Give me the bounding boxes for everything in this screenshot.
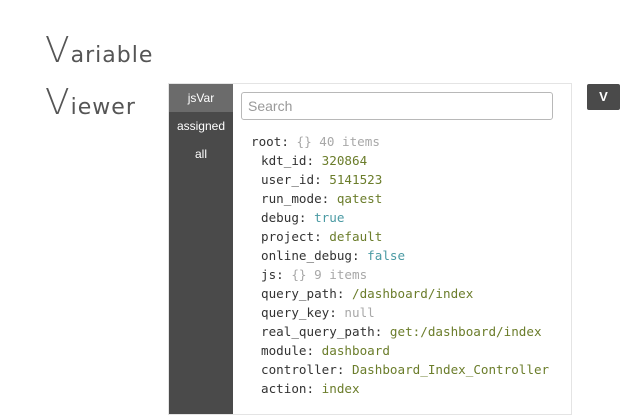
tree-key: action <box>261 381 307 396</box>
tree-value: false <box>367 248 406 263</box>
tree-key: real_query_path <box>261 324 375 339</box>
tree-key: kdt_id <box>261 153 307 168</box>
tree-key: module <box>261 343 307 358</box>
tree-row[interactable]: user_id: 5141523 <box>251 170 571 189</box>
tree-row[interactable]: js: {} 9 items <box>251 265 571 284</box>
variable-viewer-panel: jsVar assigned all root: {} 40 items kdt… <box>168 83 572 415</box>
tree-value: index <box>321 381 360 396</box>
tree-key: controller <box>261 362 337 377</box>
tree-row[interactable]: kdt_id: 320864 <box>251 151 571 170</box>
tree-value: dashboard <box>321 343 390 358</box>
tree-key: root <box>251 134 282 149</box>
search-input[interactable] <box>241 92 553 120</box>
app-title-line-2: Viewer <box>45 82 136 123</box>
tree-key: query_key <box>261 305 330 320</box>
variable-tree: root: {} 40 items kdt_id: 320864 user_id:… <box>251 132 571 398</box>
tree-key: project <box>261 229 315 244</box>
tab-all[interactable]: all <box>169 140 233 168</box>
tree-value: true <box>314 210 345 225</box>
tree-value: null <box>344 305 375 320</box>
tree-row[interactable]: controller: Dashboard_Index_Controller <box>251 360 571 379</box>
tree-row[interactable]: run_mode: qatest <box>251 189 571 208</box>
tree-row[interactable]: project: default <box>251 227 571 246</box>
tree-row[interactable]: online_debug: false <box>251 246 571 265</box>
tree-children: kdt_id: 320864 user_id: 5141523 run_mode: … <box>251 151 571 398</box>
tree-value: 5141523 <box>329 172 383 187</box>
tree-row[interactable]: action: index <box>251 379 571 398</box>
sidebar: jsVar assigned all <box>169 84 233 414</box>
tree-value: 320864 <box>321 153 368 168</box>
tree-row[interactable]: query_path: /dashboard/index <box>251 284 571 303</box>
tree-value: /dashboard/index <box>352 286 474 301</box>
tree-key: run_mode <box>261 191 322 206</box>
tree-row[interactable]: debug: true <box>251 208 571 227</box>
tree-value: qatest <box>336 191 383 206</box>
tree-key: debug <box>261 210 299 225</box>
tab-assigned[interactable]: assigned <box>169 112 233 140</box>
tree-key: online_debug <box>261 248 352 263</box>
tab-jsvar[interactable]: jsVar <box>169 84 233 112</box>
tree-key: query_path <box>261 286 337 301</box>
tree-value: {} 40 items <box>296 134 380 149</box>
app-title-line-1: Variable <box>45 30 154 71</box>
viewer-toggle-button[interactable]: V <box>587 84 620 110</box>
tree-root-row[interactable]: root: {} 40 items <box>251 132 571 151</box>
tree-value: {} 9 items <box>291 267 368 282</box>
tree-value: default <box>329 229 383 244</box>
tree-key: user_id <box>261 172 315 187</box>
tree-row[interactable]: module: dashboard <box>251 341 571 360</box>
app-title: Variable Viewer <box>45 28 153 132</box>
tree-value: get:/dashboard/index <box>389 324 542 339</box>
tree-row[interactable]: real_query_path: get:/dashboard/index <box>251 322 571 341</box>
tree-key: js <box>261 267 277 282</box>
tree-value: Dashboard_Index_Controller <box>352 362 550 377</box>
tree-row[interactable]: query_key: null <box>251 303 571 322</box>
